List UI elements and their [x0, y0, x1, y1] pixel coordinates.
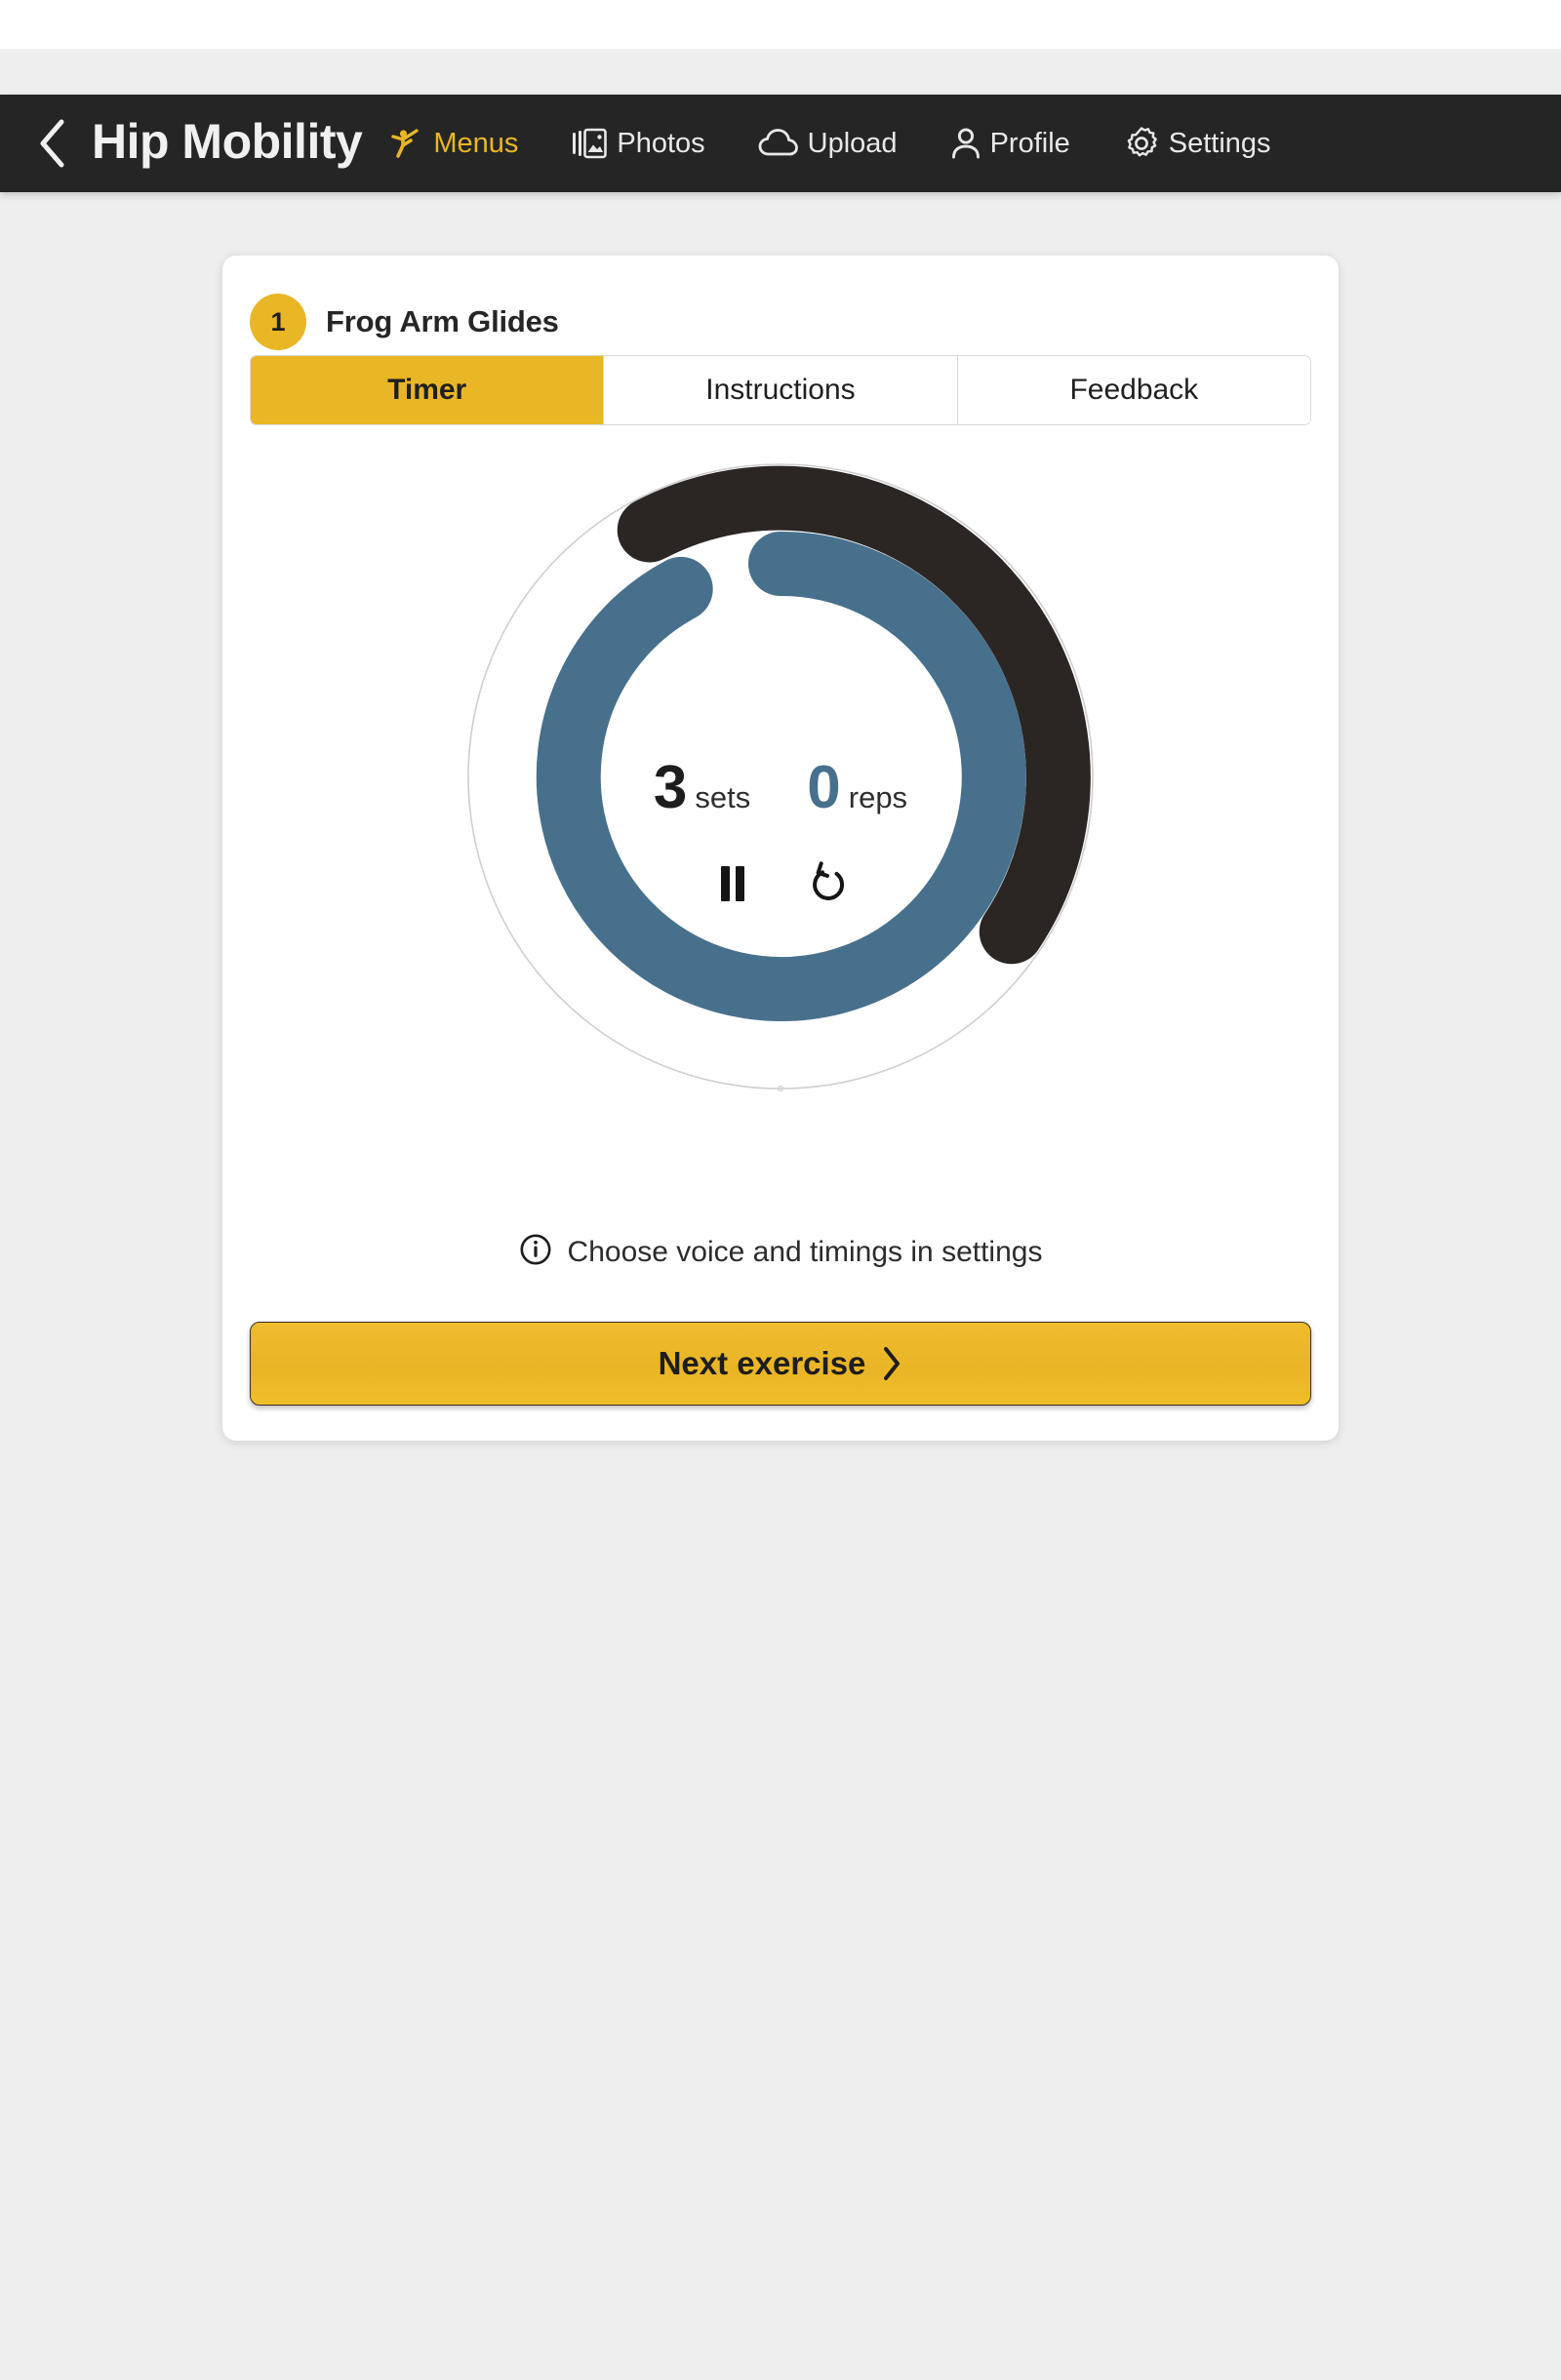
nav-label-profile: Profile [989, 127, 1070, 159]
person-icon [950, 126, 981, 161]
tab-feedback[interactable]: Feedback [957, 356, 1310, 424]
next-button-wrap: Next exercise [222, 1271, 1339, 1406]
nav-label-settings: Settings [1168, 127, 1271, 159]
status-bar-strip [0, 0, 1561, 49]
next-exercise-button[interactable]: Next exercise [250, 1322, 1311, 1406]
chevron-left-icon [36, 118, 67, 169]
card-header: 1 Frog Arm Glides [222, 256, 1339, 355]
timer-controls [517, 855, 1044, 912]
nav-label-menus: Menus [433, 127, 519, 159]
exercise-card: 1 Frog Arm Glides Timer Instructions Fee… [222, 256, 1339, 1441]
nav-item-profile[interactable]: Profile [944, 95, 1076, 192]
tab-bar: Timer Instructions Feedback [250, 355, 1311, 425]
ring-arc-reps [536, 531, 1026, 1021]
back-button[interactable] [18, 95, 86, 192]
nav-item-settings[interactable]: Settings [1117, 95, 1277, 192]
pause-icon [716, 863, 749, 904]
tab-timer[interactable]: Timer [251, 356, 605, 424]
restart-icon [807, 861, 850, 906]
timer-ring-area: 3 sets 0 reps [222, 425, 1339, 1245]
nav-label-upload: Upload [807, 127, 898, 159]
nav-item-upload[interactable]: Upload [752, 95, 903, 192]
header-nav: Menus Photos Upload Profile Settings [383, 95, 1561, 192]
app-header: Hip Mobility Menus Photos Upload Profile… [0, 95, 1561, 192]
tab-instructions[interactable]: Instructions [604, 356, 958, 424]
next-exercise-label: Next exercise [658, 1345, 866, 1381]
stretching-person-icon [389, 126, 424, 161]
photos-icon [571, 127, 608, 160]
nav-item-photos[interactable]: Photos [565, 95, 710, 192]
step-number-badge: 1 [250, 294, 306, 350]
timer-progress-rings [467, 463, 1094, 1091]
gear-icon [1123, 125, 1160, 162]
nav-item-menus[interactable]: Menus [383, 95, 524, 192]
page-title: Hip Mobility [92, 114, 363, 169]
exercise-title: Frog Arm Glides [326, 304, 559, 338]
reset-button[interactable] [800, 855, 857, 912]
pause-button[interactable] [704, 855, 761, 912]
cloud-upload-icon [758, 128, 799, 159]
chevron-right-icon [881, 1346, 902, 1381]
nav-label-photos: Photos [617, 127, 705, 159]
